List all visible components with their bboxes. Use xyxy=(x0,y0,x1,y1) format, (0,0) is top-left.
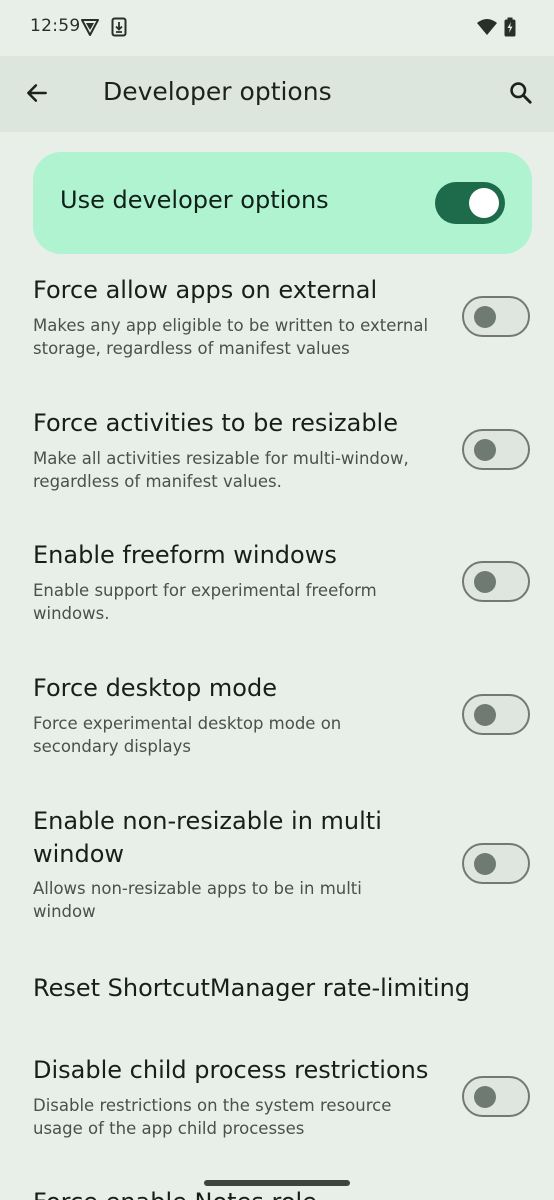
settings-list[interactable]: Use developer options Force allow apps o… xyxy=(0,132,554,1200)
setting-toggle[interactable] xyxy=(462,694,530,735)
toggle-knob xyxy=(474,704,496,726)
arrow-back-icon xyxy=(27,84,47,102)
setting-toggle[interactable] xyxy=(462,1076,530,1117)
status-time: 12:59 xyxy=(30,16,81,36)
search-icon xyxy=(510,82,532,104)
setting-force-activities-resizable[interactable]: Force activities to be resizable Make al… xyxy=(0,407,554,507)
master-switch-label: Use developer options xyxy=(60,186,329,214)
setting-title: Force allow apps on external xyxy=(33,276,378,304)
setting-enable-freeform-windows[interactable]: Enable freeform windows Enable support f… xyxy=(0,539,554,639)
setting-title: Force enable Notes role xyxy=(33,1186,513,1200)
gesture-nav-handle[interactable] xyxy=(204,1180,350,1186)
setting-toggle[interactable] xyxy=(462,429,530,470)
toggle-knob xyxy=(474,439,496,461)
search-button[interactable] xyxy=(498,70,544,116)
setting-enable-non-resizable-multi-window[interactable]: Enable non-resizable in multi window All… xyxy=(0,805,554,935)
setting-toggle[interactable] xyxy=(462,296,530,337)
use-developer-options-card[interactable]: Use developer options xyxy=(33,152,532,254)
status-bar: 12:59 xyxy=(0,0,554,56)
battery-icon xyxy=(504,17,516,41)
setting-reset-shortcutmanager-rate-limiting[interactable]: Reset ShortcutManager rate-limiting xyxy=(0,972,554,1022)
wifi-icon xyxy=(476,18,498,40)
toggle-knob xyxy=(474,571,496,593)
setting-title: Force activities to be resizable xyxy=(33,409,398,437)
setting-force-desktop-mode[interactable]: Force desktop mode Force experimental de… xyxy=(0,672,554,772)
setting-force-allow-apps-on-external[interactable]: Force allow apps on external Makes any a… xyxy=(0,274,554,374)
setting-summary: Makes any app eligible to be written to … xyxy=(33,316,429,358)
setting-summary: Disable restrictions on the system resou… xyxy=(33,1096,392,1138)
setting-title: Reset ShortcutManager rate-limiting xyxy=(33,974,471,1002)
setting-summary: Make all activities resizable for multi-… xyxy=(33,449,409,491)
setting-disable-child-process-restrictions[interactable]: Disable child process restrictions Disab… xyxy=(0,1054,554,1154)
setting-title: Force desktop mode xyxy=(33,674,277,702)
setting-summary: Enable support for experimental freeform… xyxy=(33,581,377,623)
page-title: Developer options xyxy=(103,77,332,106)
toggle-knob xyxy=(474,853,496,875)
setting-force-enable-notes-role[interactable]: Force enable Notes role xyxy=(0,1186,554,1200)
setting-summary: Force experimental desktop mode on secon… xyxy=(33,714,342,756)
back-button[interactable] xyxy=(14,70,60,116)
toggle-knob xyxy=(474,1086,496,1108)
toggle-knob xyxy=(474,306,496,328)
app-bar: Developer options xyxy=(0,56,554,132)
setting-toggle[interactable] xyxy=(462,843,530,884)
setting-summary: Allows non-resizable apps to be in multi… xyxy=(33,879,362,921)
vpn-shield-icon xyxy=(80,17,100,41)
setting-title: Disable child process restrictions xyxy=(33,1056,429,1084)
setting-title: Enable non-resizable in multi window xyxy=(33,807,382,868)
setting-toggle[interactable] xyxy=(462,561,530,602)
master-switch-toggle[interactable] xyxy=(435,182,505,224)
setting-title: Enable freeform windows xyxy=(33,541,337,569)
toggle-knob xyxy=(469,188,499,218)
download-notification-icon xyxy=(111,17,127,41)
